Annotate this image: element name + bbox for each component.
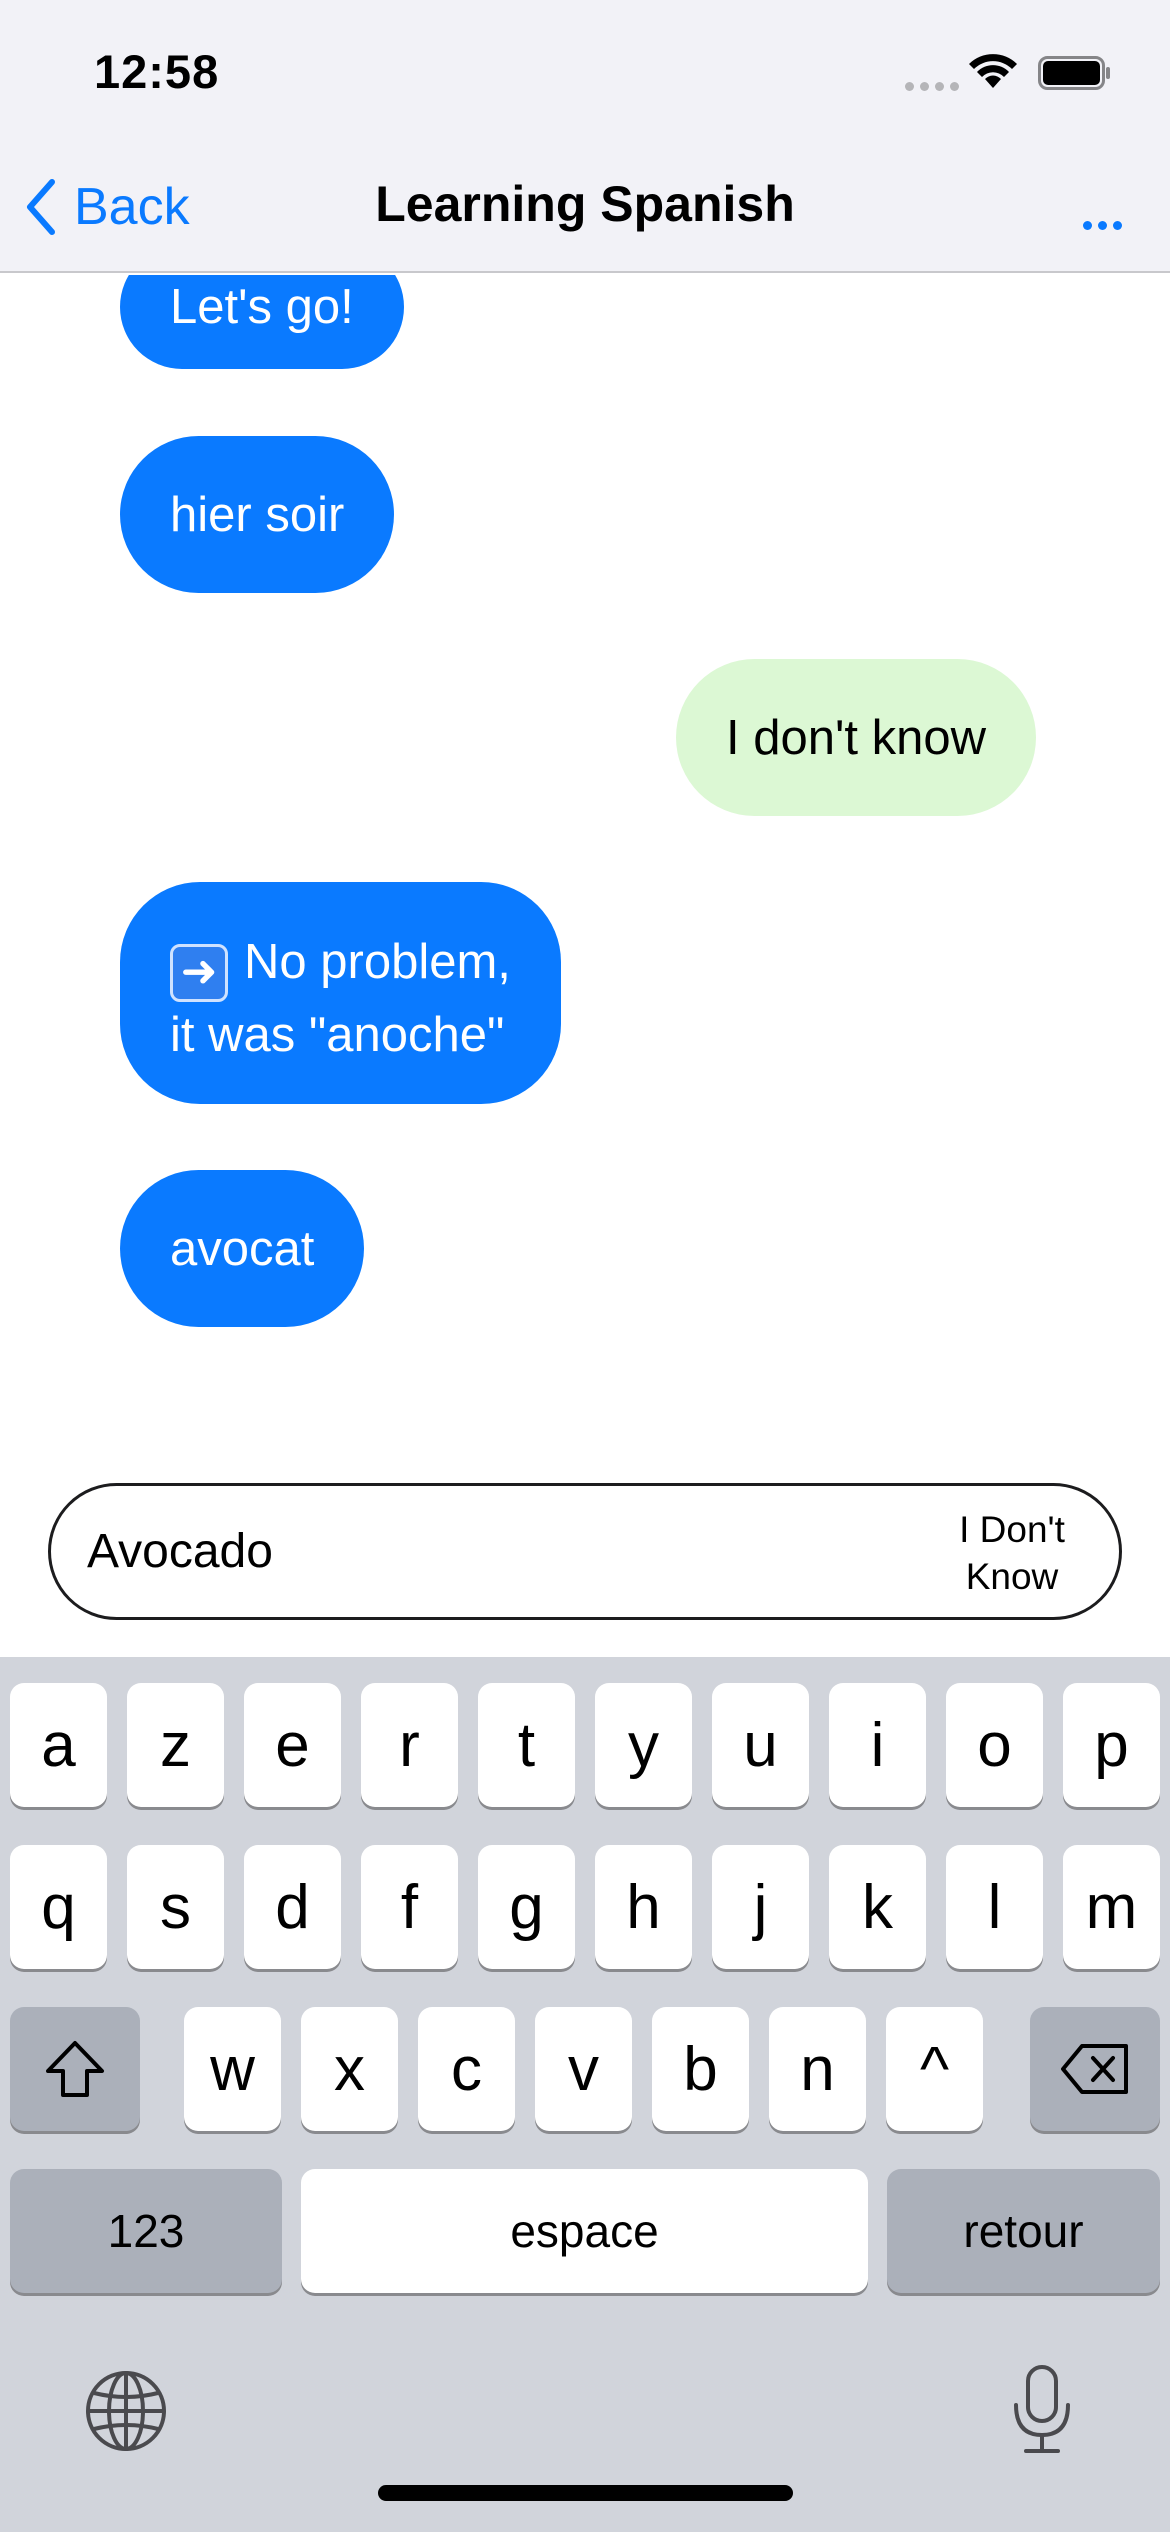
chevron-left-icon (27, 179, 55, 235)
user-message-bubble: I don't know (676, 659, 1036, 816)
key-n[interactable]: n (769, 2007, 866, 2131)
right-arrow-icon: ➜ (170, 943, 228, 1002)
key-k[interactable]: k (829, 1845, 926, 1969)
return-key[interactable]: retour (887, 2169, 1160, 2293)
cellular-signal-icon (905, 82, 959, 91)
key-i[interactable]: i (829, 1683, 926, 1807)
top-bar: 12:58 Back Learning Spanish (0, 0, 1170, 273)
key-m[interactable]: m (1063, 1845, 1160, 1969)
numbers-key[interactable]: 123 (10, 2169, 282, 2293)
key-l[interactable]: l (946, 1845, 1043, 1969)
key-t[interactable]: t (478, 1683, 575, 1807)
backspace-icon (1061, 2044, 1128, 2094)
status-time: 12:58 (94, 45, 220, 98)
wifi-icon (969, 54, 1017, 88)
key-e[interactable]: e (244, 1683, 341, 1807)
key-z[interactable]: z (127, 1683, 224, 1807)
bot-message-bubble: Let's go! (120, 275, 404, 369)
bot-message-bubble: hier soir (120, 436, 395, 593)
key-q[interactable]: q (10, 1845, 107, 1969)
key-y[interactable]: y (595, 1683, 692, 1807)
message-text: it was "anoche" (170, 1007, 505, 1062)
message-text: No problem, (244, 934, 511, 989)
answer-input-value[interactable]: Avocado (87, 1524, 273, 1579)
battery-icon (1038, 56, 1110, 90)
bot-message-bubble: ➜ No problem, it was "anoche" (120, 882, 561, 1104)
space-key[interactable]: espace (301, 2169, 868, 2293)
i-dont-know-button[interactable]: I Don't Know (947, 1506, 1077, 1600)
home-indicator (378, 2485, 793, 2501)
key-s[interactable]: s (127, 1845, 224, 1969)
shift-icon (46, 2041, 104, 2097)
i-dont-know-label: Know (965, 1556, 1059, 1597)
key-p[interactable]: p (1063, 1683, 1160, 1807)
key-d[interactable]: d (244, 1845, 341, 1969)
keyboard: a z e r t y u i o p q s d f g h j k l m … (0, 1657, 1170, 2532)
key-w[interactable]: w (184, 2007, 281, 2131)
message-text: hier soir (170, 487, 345, 542)
more-icon (1082, 221, 1092, 230)
key-o[interactable]: o (946, 1683, 1043, 1807)
key-f[interactable]: f (361, 1845, 458, 1969)
back-label: Back (74, 178, 190, 236)
key-b[interactable]: b (652, 2007, 749, 2131)
microphone-icon[interactable] (1010, 2363, 1074, 2457)
delete-key[interactable] (1030, 2007, 1160, 2131)
key-r[interactable]: r (361, 1683, 458, 1807)
key-h[interactable]: h (595, 1845, 692, 1969)
key-x[interactable]: x (301, 2007, 398, 2131)
shift-key[interactable] (10, 2007, 140, 2131)
globe-icon[interactable] (84, 2369, 168, 2453)
bot-message-bubble: avocat (120, 1170, 365, 1327)
answer-input[interactable]: Avocado I Don't Know (48, 1483, 1122, 1620)
message-text: Let's go! (170, 280, 354, 334)
key-a[interactable]: a (10, 1683, 107, 1807)
key-u[interactable]: u (712, 1683, 809, 1807)
key-j[interactable]: j (712, 1845, 809, 1969)
back-button[interactable]: Back (24, 172, 190, 242)
chat-thread[interactable]: Let's go! hier soir I don't know ➜ No pro… (0, 275, 1170, 1655)
message-text: I don't know (726, 710, 986, 765)
key-c[interactable]: c (418, 2007, 515, 2131)
i-dont-know-label: I Don't (959, 1509, 1065, 1550)
key-g[interactable]: g (478, 1845, 575, 1969)
more-options-button[interactable] (1070, 190, 1134, 240)
key-circumflex[interactable]: ^ (886, 2007, 983, 2131)
key-v[interactable]: v (535, 2007, 632, 2131)
message-text: avocat (170, 1221, 315, 1276)
